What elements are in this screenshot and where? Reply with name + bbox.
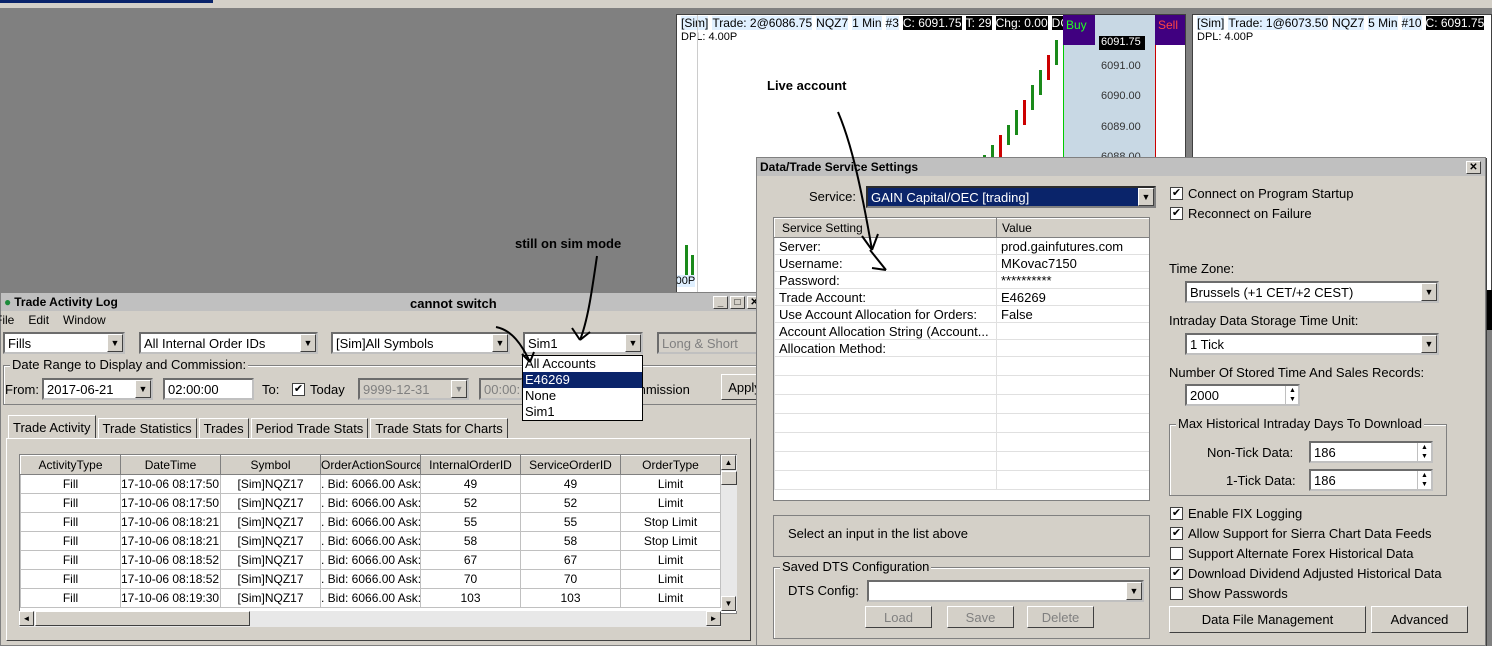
arrow-sim-mode <box>579 255 598 341</box>
arrowhead-icon <box>571 327 591 341</box>
arrow-live-account <box>837 111 873 251</box>
arrowhead-icon <box>869 249 887 271</box>
annotation-arrows <box>495 111 887 363</box>
